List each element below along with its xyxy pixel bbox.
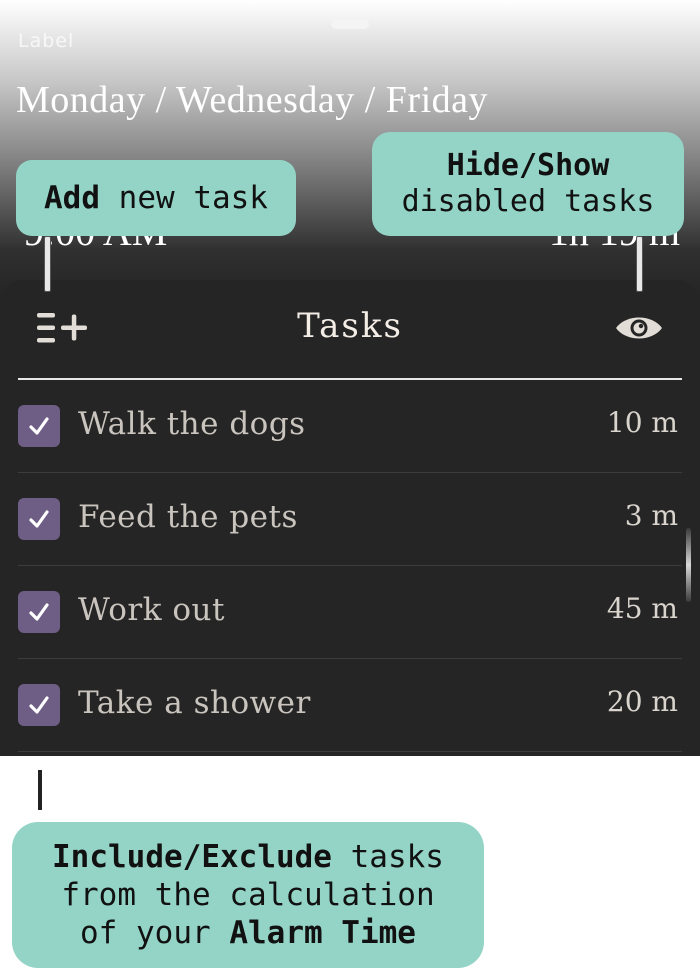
task-include-checkbox[interactable] xyxy=(18,405,60,447)
include-tooltip-bold: Include/Exclude xyxy=(52,839,332,875)
include-tooltip-alarm-time: Alarm Time xyxy=(229,915,416,951)
task-name: Walk the dogs xyxy=(78,406,306,442)
task-row[interactable]: Work out 45 m xyxy=(18,566,682,659)
toggle-disabled-tasks-button[interactable] xyxy=(612,306,666,350)
panel-title: Tasks xyxy=(297,306,403,346)
tasks-panel: Tasks Walk the dogs 10 m Feed the pets 3… xyxy=(0,280,700,756)
add-task-tooltip: Add new task xyxy=(16,160,296,236)
include-exclude-tooltip: Include/Exclude tasks from the calculati… xyxy=(12,822,484,968)
alarm-label-caption: Label xyxy=(18,30,75,52)
add-tooltip-bold: Add xyxy=(44,180,100,216)
include-tooltip-pointer xyxy=(38,770,42,810)
task-name: Work out xyxy=(78,592,225,628)
hide-tooltip-pointer xyxy=(636,236,643,292)
eye-icon xyxy=(616,317,662,339)
checkmark-icon xyxy=(29,603,49,621)
checkmark-icon xyxy=(29,696,49,714)
sheet-grabber[interactable] xyxy=(331,19,369,29)
include-tooltip-line2: from the calculation xyxy=(61,877,435,913)
scroll-indicator[interactable] xyxy=(686,528,691,602)
hide-show-tooltip: Hide/Show disabled tasks xyxy=(372,132,684,236)
task-duration: 10 m xyxy=(606,406,678,439)
add-tooltip-text: new task xyxy=(100,180,268,216)
include-tooltip-line3: of your xyxy=(80,915,230,951)
task-duration: 3 m xyxy=(624,499,678,532)
hide-show-tooltip-bold: Hide/Show xyxy=(446,148,610,183)
task-duration: 45 m xyxy=(606,592,678,625)
task-name: Feed the pets xyxy=(78,499,298,535)
task-include-checkbox[interactable] xyxy=(18,684,60,726)
task-name: Take a shower xyxy=(78,685,311,721)
alarm-days: Monday / Wednesday / Friday xyxy=(16,79,489,121)
hide-show-tooltip-text: disabled tasks xyxy=(401,184,655,219)
include-tooltip-text: tasks xyxy=(331,839,444,875)
checkmark-icon xyxy=(29,417,49,435)
task-include-checkbox[interactable] xyxy=(18,498,60,540)
add-tooltip-pointer xyxy=(44,236,51,292)
task-row[interactable]: Feed the pets 3 m xyxy=(18,473,682,566)
task-row[interactable]: Walk the dogs 10 m xyxy=(18,380,682,473)
task-duration: 20 m xyxy=(606,685,678,718)
checkmark-icon xyxy=(29,510,49,528)
task-include-checkbox[interactable] xyxy=(18,591,60,633)
task-list: Walk the dogs 10 m Feed the pets 3 m Wor… xyxy=(0,380,700,752)
task-row[interactable]: Take a shower 20 m xyxy=(18,659,682,752)
